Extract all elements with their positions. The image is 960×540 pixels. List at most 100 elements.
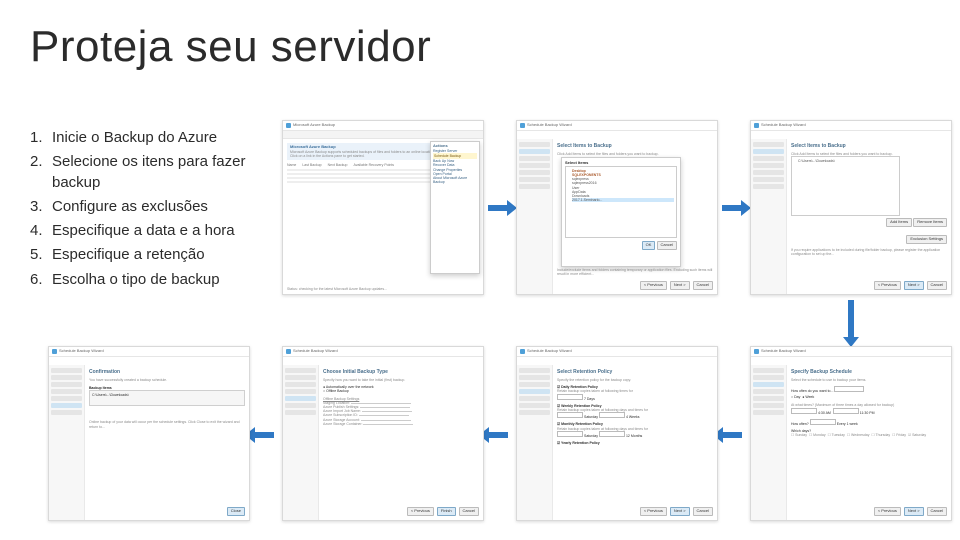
step-item: 2.Selecione os itens para fazer backup xyxy=(30,152,270,193)
window-title: Microsoft Azure Backup xyxy=(293,123,335,128)
value-text: Saturday xyxy=(584,415,598,419)
retention-field xyxy=(599,431,625,437)
flow-arrow-icon xyxy=(254,432,274,438)
day-field xyxy=(557,412,583,418)
selected-item: C:\Users\...\Downloads\ xyxy=(798,159,897,163)
prev-button: < Previous xyxy=(407,507,434,516)
app-icon xyxy=(520,123,525,128)
window-title: Schedule Backup Wizard xyxy=(527,123,572,128)
day-checkbox: Tuesday xyxy=(832,433,845,437)
day-checkbox: Monday xyxy=(813,433,825,437)
time-field xyxy=(791,408,817,414)
wizard-sidebar xyxy=(751,139,787,294)
wizard-note: Include/exclude items and folders contai… xyxy=(557,268,713,276)
radio-label: Day xyxy=(794,395,800,399)
prev-button: < Previous xyxy=(874,281,901,290)
flow-arrow-icon xyxy=(848,300,854,338)
wizard-subtext: Specify the retention policy for the bac… xyxy=(557,378,713,382)
flow-arrow-icon xyxy=(722,432,742,438)
app-icon xyxy=(754,123,759,128)
label-text: How often do you want to... xyxy=(791,389,833,393)
day-checkbox: Sunday xyxy=(795,433,807,437)
wizard-sidebar xyxy=(517,365,553,520)
wizard-heading: Select Retention Policy xyxy=(557,369,713,375)
col-header: Available Recovery Points xyxy=(353,163,394,167)
value-text: Saturday xyxy=(584,434,598,438)
day-field xyxy=(557,431,583,437)
frequency-dropdown xyxy=(834,386,864,392)
next-button: Next > xyxy=(904,507,924,516)
flow-arrow-icon xyxy=(488,432,508,438)
window-title: Schedule Backup Wizard xyxy=(527,349,572,354)
col-header: Last Backup xyxy=(302,163,321,167)
next-button: Next > xyxy=(670,507,690,516)
label-text: How often? xyxy=(791,422,809,426)
step-item: 3.Configure as exclusões xyxy=(30,197,270,217)
finish-button: Finish xyxy=(437,507,456,516)
wizard-subtext: Click Add Items to select the files and … xyxy=(791,152,947,156)
policy-label: Monthly Retention Policy xyxy=(561,422,603,426)
app-icon xyxy=(754,349,759,354)
window-title: Schedule Backup Wizard xyxy=(293,349,338,354)
day-checkbox: Thursday xyxy=(876,433,891,437)
value-text: 4:30 AM xyxy=(818,411,831,415)
cancel-button: Cancel xyxy=(927,281,947,290)
policy-label: Yearly Retention Policy xyxy=(561,441,600,445)
wizard-heading: Select Items to Backup xyxy=(791,143,947,149)
value-text: 7 Days xyxy=(584,397,595,401)
cancel-button: Cancel xyxy=(693,507,713,516)
backup-item: C:\Users\...\Downloads\ xyxy=(89,390,245,406)
freq-field xyxy=(810,419,836,425)
prev-button: < Previous xyxy=(640,507,667,516)
wizard-heading: Choose Initial Backup Type xyxy=(323,369,479,375)
value-text: 4 Weeks xyxy=(626,415,640,419)
close-button: Close xyxy=(227,507,245,516)
app-icon xyxy=(286,123,291,128)
col-header: Next Backup xyxy=(328,163,348,167)
window-title: Schedule Backup Wizard xyxy=(59,349,104,354)
col-header: Name xyxy=(287,163,296,167)
wizard-subtext: Specify how you want to take the initial… xyxy=(323,378,479,382)
ok-button: OK xyxy=(642,241,656,250)
flow-arrow-icon xyxy=(722,205,742,211)
window-title: Schedule Backup Wizard xyxy=(761,123,806,128)
screenshot-retention-policy: Schedule Backup Wizard Select Retention … xyxy=(516,346,718,521)
wizard-sidebar xyxy=(751,365,787,520)
cancel-button: Cancel xyxy=(657,241,677,250)
screenshot-backup-schedule: Schedule Backup Wizard Specify Backup Sc… xyxy=(750,346,952,521)
cancel-button: Cancel xyxy=(927,507,947,516)
next-button: Next > xyxy=(670,281,690,290)
slide-title: Proteja seu servidor xyxy=(30,22,431,72)
flow-arrow-icon xyxy=(488,205,508,211)
wizard-sidebar xyxy=(283,365,319,520)
app-icon xyxy=(52,349,57,354)
retention-field xyxy=(599,412,625,418)
add-items-button: Add Items xyxy=(886,218,912,227)
screenshot-select-items-dialog: Schedule Backup Wizard Select Items to B… xyxy=(516,120,718,295)
value-text: 11:30 PM xyxy=(860,411,875,415)
wizard-subtext: Click Add Items to select the files and … xyxy=(557,152,713,156)
wizard-heading: Confirmation xyxy=(89,369,245,375)
remove-items-button: Remove Items xyxy=(913,218,947,227)
tree-node: 2017.1.Seminario... xyxy=(572,198,674,202)
prev-button: < Previous xyxy=(874,507,901,516)
time-field xyxy=(833,408,859,414)
day-checkbox: Saturday xyxy=(912,433,926,437)
window-title: Schedule Backup Wizard xyxy=(761,349,806,354)
prev-button: < Previous xyxy=(640,281,667,290)
step-item: 6.Escolha o tipo de backup xyxy=(30,270,270,290)
screenshot-select-items: Schedule Backup Wizard Select Items to B… xyxy=(750,120,952,295)
cancel-button: Cancel xyxy=(459,507,479,516)
day-checkbox: Wednesday xyxy=(851,433,869,437)
wizard-heading: Specify Backup Schedule xyxy=(791,369,947,375)
label-text: At what times? (Maximum of three times a… xyxy=(791,403,947,407)
radio-label: Week xyxy=(805,395,814,399)
screenshot-confirmation: Schedule Backup Wizard Confirmation You … xyxy=(48,346,250,521)
step-list: 1.Inicie o Backup do Azure 2.Selecione o… xyxy=(30,128,270,294)
wizard-subtext: Select the schedule to use to backup you… xyxy=(791,378,947,382)
exclusion-settings-button: Exclusion Settings xyxy=(906,235,947,244)
retention-field xyxy=(557,394,583,400)
step-item: 4.Especifique a data e a hora xyxy=(30,221,270,241)
screenshot-azure-backup-console: Microsoft Azure Backup Microsoft Azure B… xyxy=(282,120,484,295)
wizard-subtext: You have successfully created a backup s… xyxy=(89,378,245,382)
